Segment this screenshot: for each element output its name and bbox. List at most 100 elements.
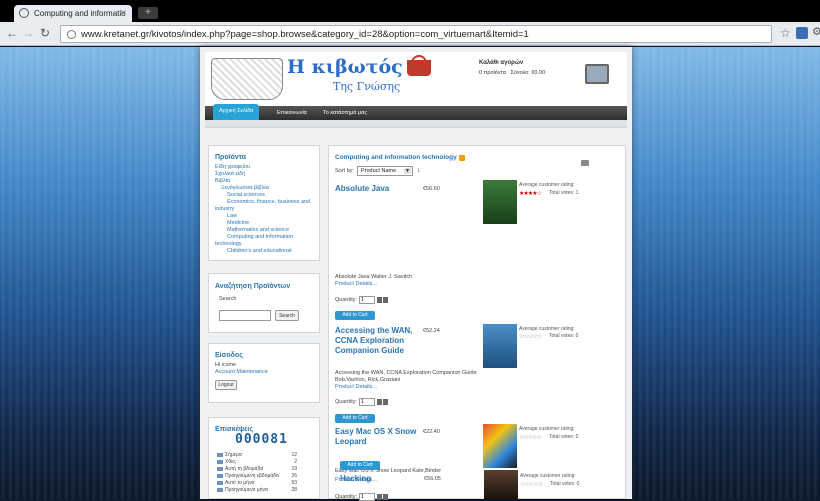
ark-logo-icon (211, 58, 283, 100)
address-bar[interactable]: www.kretanet.gr/kivotos/index.php?page=s… (60, 25, 772, 43)
product-image[interactable] (483, 324, 517, 368)
stat-icon (217, 452, 223, 457)
stat-icon (217, 466, 223, 471)
visit-counter: 000081 (235, 432, 288, 447)
product-price: €52.24 (423, 328, 440, 334)
reload-icon[interactable]: ↻ (40, 26, 50, 40)
account-maintenance-link[interactable]: Account Maintenance (215, 369, 268, 375)
extension-icon[interactable] (796, 27, 808, 39)
sort-select[interactable]: Product Name ▼ (357, 166, 413, 176)
category-link[interactable]: Σχολικά είδη (215, 171, 245, 177)
category-link[interactable]: Ξενόγλωσσα βιβλία (221, 185, 269, 191)
print-icon[interactable] (581, 160, 589, 166)
product-details-link[interactable]: Product Details... (335, 384, 377, 390)
product-title[interactable]: Easy Mac OS X Snow Leopard (335, 427, 419, 447)
rating-stars: ☆☆☆☆☆ (519, 435, 542, 441)
stat-row: Σήμερα 12 (217, 452, 297, 458)
bookmark-star-icon[interactable]: ☆ (780, 26, 791, 40)
categories-title: Προϊόντα (215, 154, 247, 161)
browser-toolbar: ← → ↻ www.kretanet.gr/kivotos/index.php?… (0, 22, 820, 46)
category-link[interactable]: Children's and educational (227, 248, 292, 254)
stat-label: Χθες (225, 459, 236, 465)
url-text: www.kretanet.gr/kivotos/index.php?page=s… (81, 29, 529, 40)
product-image[interactable] (483, 180, 517, 224)
quantity-up-icon[interactable] (377, 399, 382, 405)
rss-feed-icon[interactable] (459, 155, 465, 161)
globe-icon (67, 30, 76, 39)
site-subtitle: Της Γνώσης (333, 80, 401, 93)
category-link[interactable]: technology (215, 241, 242, 247)
site-header: Η κιβωτός Της Γνώσης Καλάθι αγορών 0 προ… (205, 52, 627, 106)
menu-wrench-icon[interactable]: ⚙ (812, 25, 820, 38)
nav-tab-store[interactable]: Το κατάστημά μας (317, 106, 373, 120)
quantity-down-icon[interactable] (383, 494, 388, 500)
login-greeting: Hi icsme (215, 362, 237, 368)
stat-icon (217, 487, 223, 492)
product-title[interactable]: Accessing the WAN, CCNA Exploration Comp… (335, 326, 423, 356)
add-to-cart-button[interactable]: Add to Cart (335, 311, 375, 320)
logout-button[interactable]: Logout (215, 380, 237, 390)
tab-close-icon[interactable]: ✕ (119, 8, 127, 19)
rating-label: Average customer rating: (519, 182, 575, 188)
product-title[interactable]: Hacking (340, 474, 420, 484)
rating-label: Average customer rating: (519, 426, 575, 432)
category-link[interactable]: Computing and information (227, 234, 293, 240)
product-image[interactable] (484, 470, 518, 499)
stat-value: 28 (291, 487, 297, 493)
sort-direction-icon[interactable]: ↓ (417, 167, 421, 174)
product-details-link[interactable]: Product Details... (335, 281, 377, 287)
category-link[interactable]: industry (215, 206, 234, 212)
browser-tab-bar: Computing and informatio ✕ + (0, 0, 820, 22)
quantity-input[interactable]: 1 (359, 493, 375, 501)
search-button[interactable]: Search (275, 310, 299, 321)
rating-votes: Total votes: 0 (549, 434, 579, 440)
product-title[interactable]: Absolute Java (335, 184, 415, 194)
stat-row: Προηγούμενο μήνα 28 (217, 487, 297, 493)
search-label: Search (219, 296, 237, 302)
stat-value: 19 (291, 466, 297, 472)
category-link[interactable]: Είδη γραφείου (215, 164, 250, 170)
back-icon[interactable]: ← (6, 26, 18, 40)
chevron-down-icon: ▼ (404, 168, 411, 174)
site-container: Η κιβωτός Της Γνώσης Καλάθι αγορών 0 προ… (200, 47, 632, 501)
quantity-input[interactable]: 1 (359, 296, 375, 304)
categories-box: Προϊόντα Είδη γραφείου Σχολικά είδη Βιβλ… (208, 145, 320, 261)
category-link[interactable]: Βιβλία (215, 178, 230, 184)
quantity-down-icon[interactable] (383, 399, 388, 405)
new-tab-button[interactable]: + (138, 7, 158, 19)
category-link[interactable]: Economics, finance, business and (227, 199, 310, 205)
search-box: Αναζήτηση Προϊόντων Search Search (208, 273, 320, 333)
product-image[interactable] (483, 424, 517, 468)
sort-label: Sort by: (335, 168, 354, 174)
stat-row: Αυτή τη βδομάδα 19 (217, 466, 297, 472)
stat-icon (217, 480, 223, 485)
add-to-cart-button[interactable]: Add to Cart (340, 461, 380, 470)
shopping-cart-icon[interactable] (585, 64, 609, 84)
quantity-down-icon[interactable] (383, 297, 388, 303)
product-price: €56.60 (423, 186, 440, 192)
category-link[interactable]: Medicine (227, 220, 249, 226)
forward-icon[interactable]: → (22, 26, 34, 40)
add-to-cart-button[interactable]: Add to Cart (335, 414, 375, 423)
nav-tab-home[interactable]: Αρχική Σελίδα (213, 104, 260, 120)
quantity-label: Quantity: (335, 399, 358, 405)
category-link[interactable]: Law (227, 213, 237, 219)
basket-icon (407, 60, 431, 76)
page-favicon-icon (19, 8, 29, 18)
product-description: Absolute Java Walter J. Savitch (335, 274, 413, 280)
search-title: Αναζήτηση Προϊόντων (215, 283, 291, 290)
cart-items: 0 προϊόντα (479, 70, 506, 76)
rating-stars: ☆☆☆☆☆ (520, 482, 543, 488)
quantity-input[interactable]: 1 (359, 398, 375, 406)
stat-icon (217, 473, 223, 478)
search-input[interactable] (219, 310, 271, 321)
quantity-up-icon[interactable] (377, 494, 382, 500)
category-link[interactable]: Social sciences (227, 192, 265, 198)
cart-summary: 0 προϊόντα Σύνολο: €0.00 (479, 70, 545, 76)
site-title: Η κιβωτός (287, 56, 403, 78)
quantity-up-icon[interactable] (377, 297, 382, 303)
nav-tab-contact[interactable]: Επικοινωνία (271, 106, 313, 120)
category-link[interactable]: Mathematics and science (227, 227, 289, 233)
stat-value: 12 (291, 452, 297, 458)
browser-tab[interactable]: Computing and informatio ✕ (14, 5, 132, 22)
